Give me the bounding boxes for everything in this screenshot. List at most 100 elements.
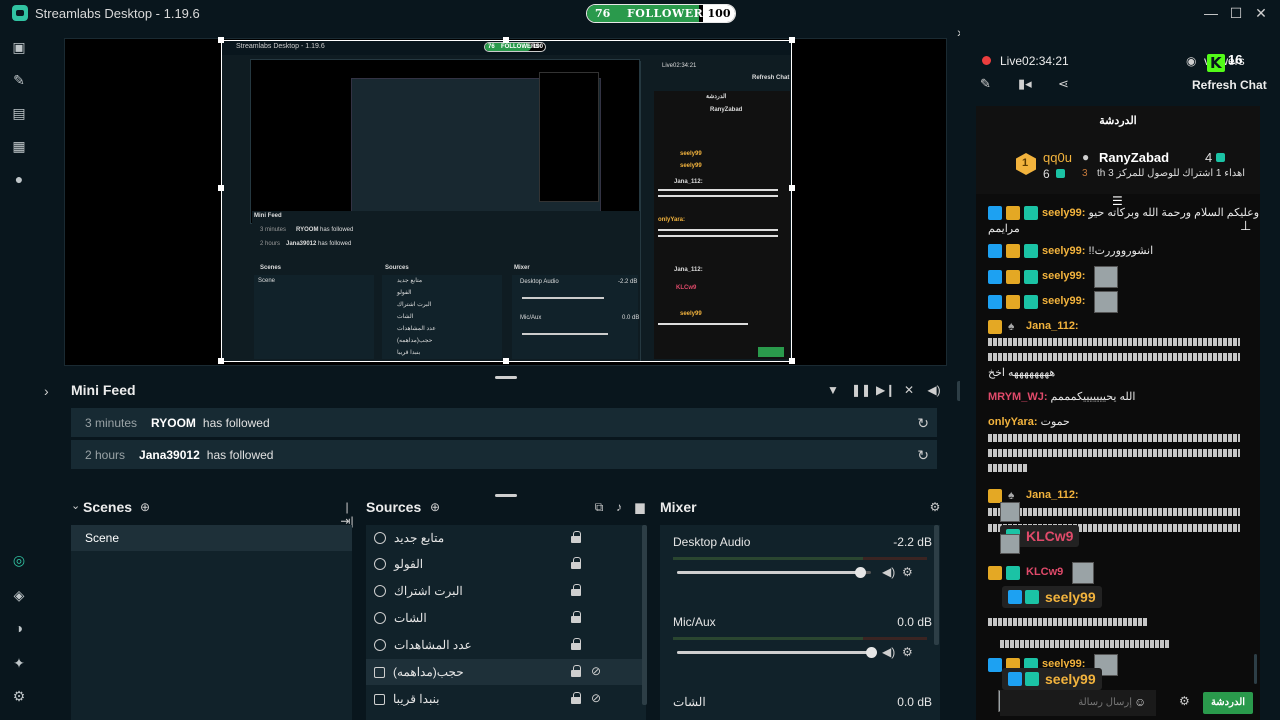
- chat-username: MRYM_WJ:: [988, 391, 1048, 403]
- integrations-icon[interactable]: ◈: [10, 586, 28, 604]
- pause-icon[interactable]: ❚❚: [851, 383, 871, 397]
- mixer-channel-name: Mic/Aux: [673, 615, 716, 629]
- add-folder-icon[interactable]: ▆: [633, 500, 647, 514]
- preview-inner-goal-max: 100: [532, 44, 543, 50]
- transform-handle[interactable]: [218, 185, 224, 191]
- share-icon[interactable]: ⋖: [1058, 76, 1069, 92]
- visibility-hidden-icon[interactable]: ⊘: [591, 664, 601, 678]
- scene-transitions-icon[interactable]: |⇥|: [340, 500, 354, 528]
- badge-icon: [988, 295, 1002, 309]
- theme-toggle-icon[interactable]: ◑: [10, 619, 28, 637]
- chat-spam-line: [988, 618, 1148, 626]
- chat-username: KLCw9: [1026, 566, 1064, 578]
- add-scene-icon[interactable]: ⊕: [138, 500, 152, 514]
- filter-icon[interactable]: ▼: [826, 383, 840, 397]
- lock-icon[interactable]: [571, 692, 581, 704]
- badge-icon: [988, 270, 1002, 284]
- chat-panel: Live02:34:21 ◉ viewers 16 Refresh Chat ✎…: [960, 26, 1280, 720]
- badge-icon: [1024, 206, 1038, 220]
- mute-speaker-icon[interactable]: ◀): [882, 565, 895, 579]
- channel-settings-icon[interactable]: ⚙: [902, 645, 913, 659]
- mute-alerts-icon[interactable]: ✕: [902, 383, 916, 397]
- chat-send-button[interactable]: الدردشة: [1203, 692, 1253, 714]
- preview-bottom-docks: Scenes Scene Sources متابع جديد الفولو ا…: [252, 263, 642, 361]
- kick-logo-icon: [1207, 54, 1225, 72]
- scene-item[interactable]: Scene: [71, 525, 352, 551]
- transform-handle[interactable]: [789, 37, 795, 43]
- themes-icon[interactable]: ✎: [10, 71, 28, 89]
- emote-icon: ♠: [1008, 319, 1015, 333]
- volume-slider[interactable]: [677, 647, 877, 658]
- volume-slider-knob[interactable]: [855, 567, 866, 578]
- chat-text: !!انشورووررت: [1088, 245, 1154, 257]
- preview-src-7: بنبدا قريبا: [397, 350, 421, 356]
- chat-message-input[interactable]: إرسال رسالة: [1000, 690, 1156, 716]
- expand-left-arrow-icon[interactable]: ›: [44, 383, 49, 399]
- chat-spam-line: [988, 353, 1240, 361]
- transform-handle[interactable]: [789, 185, 795, 191]
- volume-slider-knob[interactable]: [866, 647, 877, 658]
- source-group-icon[interactable]: ⧉: [592, 500, 606, 514]
- edit-stream-info-icon[interactable]: ✎: [980, 76, 991, 92]
- preview-feed2-time: 2 hours: [260, 241, 281, 247]
- volume-slider[interactable]: [677, 567, 871, 578]
- lock-icon[interactable]: [571, 665, 581, 677]
- studio-icon[interactable]: ▣: [10, 38, 28, 56]
- source-item[interactable]: متابع جديد: [366, 525, 642, 551]
- live-indicator-icon: [982, 56, 991, 65]
- source-item[interactable]: الشات: [366, 605, 642, 631]
- minimize-button[interactable]: —: [1202, 4, 1220, 22]
- visibility-hidden-icon[interactable]: ⊘: [591, 691, 601, 705]
- record-icon[interactable]: ●: [10, 170, 28, 188]
- emoji-icon[interactable]: ☺: [1134, 695, 1146, 709]
- preview-mixer-title: Mixer: [514, 265, 530, 271]
- refresh-chat-button[interactable]: Refresh Chat: [1192, 78, 1267, 92]
- source-item[interactable]: حجب(مداهمه) ⊘: [366, 659, 642, 685]
- transform-handle[interactable]: [218, 358, 224, 364]
- lock-icon[interactable]: [571, 611, 581, 623]
- maximize-button[interactable]: ☐: [1227, 4, 1245, 22]
- chat-username: onlyYara:: [988, 416, 1038, 428]
- skip-icon[interactable]: ▶❙: [876, 383, 895, 397]
- add-source-icon[interactable]: ⊕: [428, 500, 442, 514]
- transform-handle[interactable]: [503, 37, 509, 43]
- chat-settings-icon[interactable]: ⚙: [1179, 694, 1190, 708]
- preview-display-capture[interactable]: Streamlabs Desktop - 1.19.6 76 FOLLOWERS…: [221, 40, 792, 362]
- scenes-collapse-icon[interactable]: ⌄: [71, 499, 80, 512]
- chat-scrollbar[interactable]: [1254, 654, 1257, 684]
- sources-scrollbar[interactable]: [642, 525, 647, 705]
- audio-settings-icon[interactable]: ♪: [612, 500, 626, 514]
- store-icon[interactable]: ▤: [10, 104, 28, 122]
- transform-handle[interactable]: [218, 37, 224, 43]
- viewer-count: 16: [1228, 52, 1243, 67]
- lock-icon[interactable]: [571, 584, 581, 596]
- transform-handle[interactable]: [503, 358, 509, 364]
- dual-output-icon[interactable]: ✦: [10, 654, 28, 672]
- mixer-scrollbar[interactable]: [934, 525, 939, 645]
- lock-icon[interactable]: [571, 531, 581, 543]
- volume-icon[interactable]: ◀): [927, 383, 941, 397]
- lock-icon[interactable]: [571, 638, 581, 650]
- transform-handle[interactable]: [789, 358, 795, 364]
- settings-icon[interactable]: ⚙: [10, 687, 28, 705]
- source-name: بنبدا قريبا: [393, 692, 440, 706]
- source-item[interactable]: عدد المشاهدات: [366, 632, 642, 658]
- source-item[interactable]: الفولو: [366, 551, 642, 577]
- chat-message: Jana_112:: [1026, 489, 1079, 501]
- mute-speaker-icon[interactable]: ◀): [882, 645, 895, 659]
- replay-alert-icon[interactable]: ↻: [917, 447, 929, 464]
- pin-icon[interactable]: ⊥: [1240, 218, 1251, 234]
- channel-settings-icon[interactable]: ⚙: [902, 565, 913, 579]
- source-name: متابع جديد: [394, 531, 445, 545]
- chat-spam-line: [988, 434, 1240, 442]
- highlighter-icon[interactable]: ◎: [10, 551, 28, 569]
- close-button[interactable]: ✕: [1252, 4, 1270, 22]
- mixer-settings-icon[interactable]: ⚙: [928, 500, 942, 514]
- viewers-eye-icon: ◉: [1186, 54, 1197, 68]
- clip-camera-icon[interactable]: ▮◂: [1018, 76, 1032, 92]
- source-item[interactable]: البرت اشتراك: [366, 578, 642, 604]
- replay-alert-icon[interactable]: ↻: [917, 415, 929, 432]
- lock-icon[interactable]: [571, 557, 581, 569]
- source-item[interactable]: بنبدا قريبا ⊘: [366, 686, 642, 712]
- layout-icon[interactable]: ▦: [10, 137, 28, 155]
